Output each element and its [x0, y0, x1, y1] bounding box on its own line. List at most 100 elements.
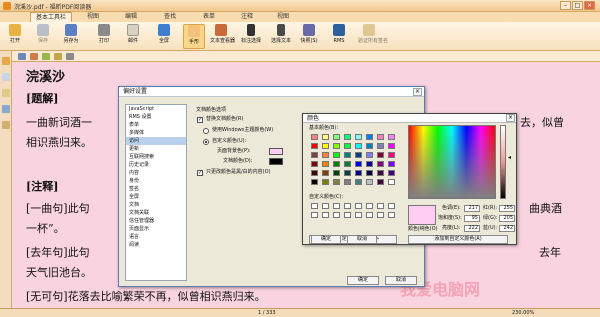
tab-edit[interactable]: 编辑 — [116, 12, 146, 22]
red-input[interactable]: 255 — [499, 205, 515, 212]
only-bw-checkbox[interactable]: ✓ — [197, 170, 203, 176]
basic-color-swatch[interactable] — [344, 179, 351, 185]
basic-color-swatch[interactable] — [377, 161, 384, 167]
basic-color-swatch[interactable] — [366, 161, 373, 167]
hue-input[interactable]: 217 — [464, 205, 480, 212]
custom-color-swatch[interactable] — [355, 203, 362, 209]
basic-color-swatch[interactable] — [355, 152, 362, 158]
category-item[interactable]: 互联网搜索 — [126, 153, 186, 161]
basic-color-swatch[interactable] — [388, 152, 395, 158]
tab-basic-tools[interactable]: 基本工具栏 — [30, 12, 72, 22]
select-text-button[interactable]: 选择文本 — [270, 24, 292, 49]
basic-color-swatch[interactable] — [333, 170, 340, 176]
fullscreen-button[interactable]: 全屏 — [153, 24, 175, 49]
tab-view2[interactable]: 视图 — [268, 12, 298, 22]
lum-input[interactable]: 222 — [464, 225, 480, 232]
basic-color-swatch[interactable] — [344, 152, 351, 158]
basic-color-swatch[interactable] — [322, 134, 329, 140]
basic-color-swatch[interactable] — [333, 143, 340, 149]
save-as-button[interactable]: 另存为 — [60, 24, 82, 49]
custom-color-swatch[interactable] — [344, 203, 351, 209]
email-button[interactable]: 邮件 — [122, 24, 144, 49]
basic-color-swatch[interactable] — [366, 134, 373, 140]
nav-icon[interactable] — [42, 53, 50, 60]
basic-color-swatch[interactable] — [377, 134, 384, 140]
basic-color-swatch[interactable] — [311, 143, 318, 149]
basic-color-swatch[interactable] — [311, 134, 318, 140]
custom-color-swatch[interactable] — [366, 212, 373, 218]
custom-color-swatch[interactable] — [311, 203, 318, 209]
save-button[interactable]: 保存 — [32, 24, 54, 49]
basic-color-swatch[interactable] — [344, 161, 351, 167]
print-button[interactable]: 打印 — [93, 24, 115, 49]
green-input[interactable]: 205 — [499, 215, 515, 222]
basic-color-swatch[interactable] — [377, 152, 384, 158]
category-item[interactable]: 语言 — [126, 233, 186, 241]
custom-color-swatch[interactable] — [377, 203, 384, 209]
basic-color-swatch[interactable] — [366, 179, 373, 185]
zoom-level[interactable]: 230.00% — [512, 310, 534, 316]
basic-color-swatch[interactable] — [311, 179, 318, 185]
custom-color-swatch[interactable] — [322, 212, 329, 218]
category-item[interactable]: 身份 — [126, 177, 186, 185]
basic-color-swatch[interactable] — [322, 143, 329, 149]
luminance-slider[interactable] — [500, 125, 506, 199]
basic-color-swatch[interactable] — [388, 134, 395, 140]
pages-icon[interactable] — [2, 73, 10, 81]
tab-view[interactable]: 视图 — [78, 12, 108, 22]
basic-color-swatch[interactable] — [388, 161, 395, 167]
nav-icon[interactable] — [18, 53, 26, 60]
custom-color-swatch[interactable] — [322, 203, 329, 209]
basic-color-swatch[interactable] — [344, 134, 351, 140]
tab-form[interactable]: 表单 — [194, 12, 224, 22]
basic-color-swatch[interactable] — [311, 161, 318, 167]
basic-color-swatch[interactable] — [322, 179, 329, 185]
maximize-button[interactable]: □ — [572, 1, 583, 10]
basic-color-swatch[interactable] — [366, 143, 373, 149]
category-item[interactable]: 文档 — [126, 201, 186, 209]
category-item[interactable]: 历史记录 — [126, 161, 186, 169]
basic-color-swatch[interactable] — [311, 152, 318, 158]
basic-color-swatch[interactable] — [355, 143, 362, 149]
custom-color-radio[interactable] — [203, 139, 209, 145]
dialog-close-button[interactable]: × — [413, 88, 422, 96]
page-bg-swatch[interactable] — [269, 148, 283, 155]
rms-button[interactable]: RMS — [328, 24, 350, 49]
cancel-button[interactable]: 取消 — [385, 276, 417, 285]
basic-color-swatch[interactable] — [388, 143, 395, 149]
nav-icon[interactable] — [54, 53, 62, 60]
basic-color-swatch[interactable] — [322, 161, 329, 167]
basic-color-swatch[interactable] — [355, 134, 362, 140]
custom-color-swatch[interactable] — [344, 212, 351, 218]
nav-icon[interactable] — [30, 53, 38, 60]
basic-color-swatch[interactable] — [377, 143, 384, 149]
custom-color-swatch[interactable] — [311, 212, 318, 218]
sat-input[interactable]: 95 — [464, 215, 480, 222]
tab-comment[interactable]: 注释 — [232, 12, 262, 22]
category-item[interactable]: 信任管理器 — [126, 217, 186, 225]
category-item[interactable]: 访问 — [126, 137, 186, 145]
category-item[interactable]: 更新 — [126, 145, 186, 153]
blue-input[interactable]: 242 — [499, 225, 515, 232]
custom-color-swatch[interactable] — [388, 212, 395, 218]
text-color-swatch[interactable] — [269, 158, 283, 165]
category-item[interactable]: 阅读 — [126, 241, 186, 249]
snapshot-button[interactable]: 快照(S) — [298, 24, 320, 49]
ok-button[interactable]: 确定 — [347, 276, 379, 285]
tab-find[interactable]: 查找 — [155, 12, 185, 22]
basic-color-swatch[interactable] — [377, 170, 384, 176]
basic-color-swatch[interactable] — [333, 161, 340, 167]
replace-color-checkbox[interactable]: ✓ — [197, 117, 203, 123]
category-item[interactable]: 全屏 — [126, 193, 186, 201]
custom-color-swatch[interactable] — [355, 212, 362, 218]
custom-color-swatch[interactable] — [366, 203, 373, 209]
custom-color-swatch[interactable] — [333, 212, 340, 218]
signature-icon[interactable] — [2, 121, 10, 129]
verify-signatures-button[interactable]: 验证所有签名 — [358, 24, 388, 49]
custom-color-swatch[interactable] — [377, 212, 384, 218]
basic-color-swatch[interactable] — [344, 143, 351, 149]
basic-color-swatch[interactable] — [388, 170, 395, 176]
text-viewer-button[interactable]: 文本查看器 — [210, 24, 235, 49]
basic-color-swatch[interactable] — [366, 170, 373, 176]
basic-color-swatch[interactable] — [333, 152, 340, 158]
